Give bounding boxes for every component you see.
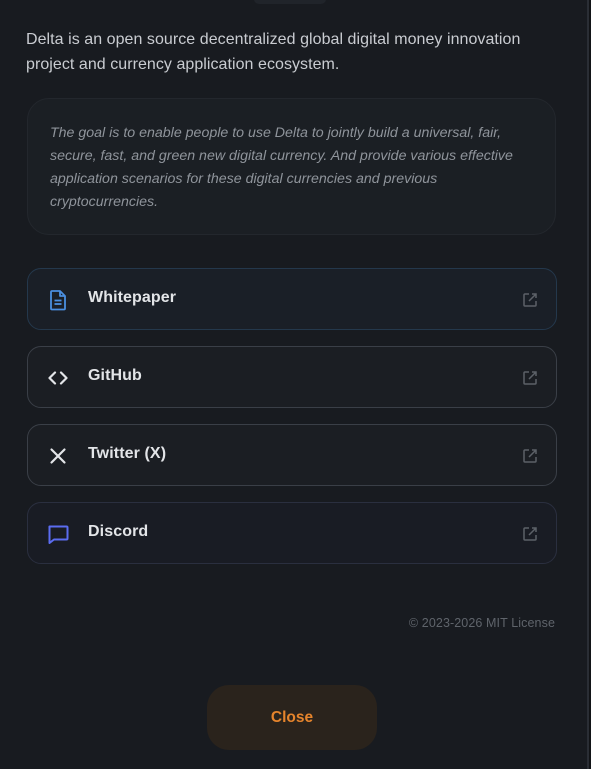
dialog-handle [254,0,326,4]
github-link[interactable]: GitHub [27,346,557,408]
about-dialog: Delta is an open source decentralized gl… [0,0,589,769]
external-link-icon [523,371,537,385]
twitter-label: Twitter (X) [88,445,167,462]
chat-bubble-icon [48,525,69,544]
whitepaper-link[interactable]: Whitepaper [27,268,557,330]
code-icon [48,371,68,385]
project-description: Delta is an open source decentralized gl… [26,31,521,73]
link-list: Whitepaper GitHub Twitter (X) Discord [27,268,557,580]
whitepaper-label: Whitepaper [88,289,177,306]
goal-text: The goal is to enable people to use Delt… [50,125,513,210]
x-logo-icon [50,448,66,464]
document-icon [50,290,66,311]
discord-label: Discord [88,523,149,540]
external-link-icon [523,527,537,541]
goal-card: The goal is to enable people to use Delt… [27,98,556,235]
close-button[interactable]: Close [207,685,377,750]
license-text: © 2023-2026 MIT License [408,616,555,630]
github-label: GitHub [88,367,142,384]
discord-link[interactable]: Discord [27,502,557,564]
external-link-icon [523,293,537,307]
twitter-link[interactable]: Twitter (X) [27,424,557,486]
external-link-icon [523,449,537,463]
